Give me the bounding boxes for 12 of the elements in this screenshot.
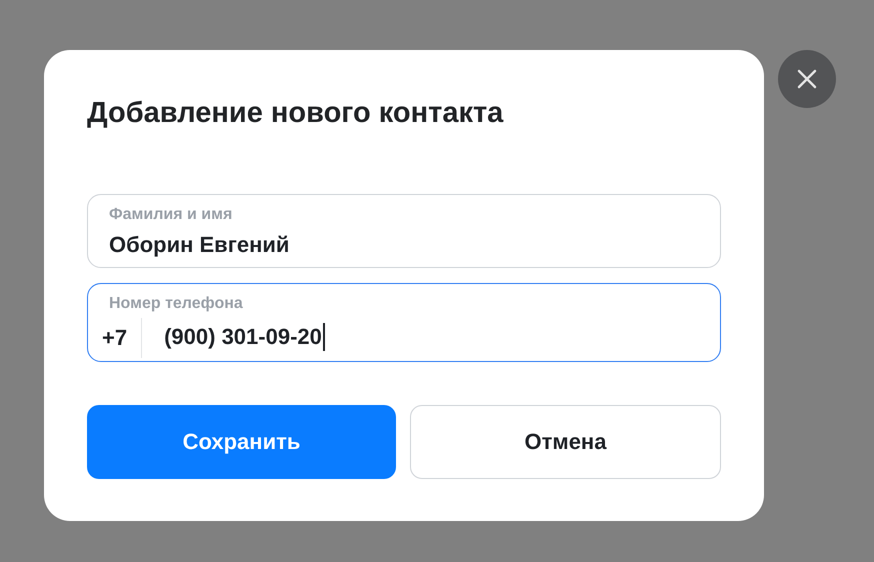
field-label: Номер телефона	[108, 294, 243, 314]
close-icon	[797, 69, 817, 89]
text-cursor	[322, 323, 325, 351]
save-button[interactable]: Сохранить	[87, 405, 396, 479]
name-field[interactable]: Фамилия и имя Оборин Евгений	[87, 194, 721, 268]
field-value: Оборин Евгений	[109, 231, 290, 259]
field-label: Фамилия и имя	[109, 205, 232, 225]
dialog-title: Добавление нового контакта	[87, 96, 504, 131]
cancel-button[interactable]: Отмена	[410, 405, 721, 479]
field-value: (900) 301-09-20	[164, 323, 322, 351]
country-code: +7	[102, 318, 142, 358]
phone-field[interactable]: Номер телефона +7 (900) 301-09-20	[87, 283, 721, 362]
